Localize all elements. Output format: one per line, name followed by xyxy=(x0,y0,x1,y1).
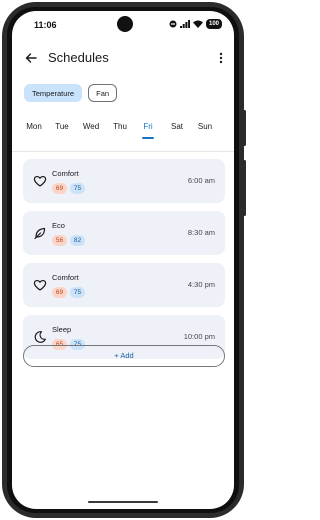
temperature-badges: 69 75 xyxy=(52,287,85,298)
schedule-item[interactable]: Eco 56 82 8:30 am xyxy=(23,211,225,255)
schedule-time: 8:30 am xyxy=(187,228,215,237)
screen: 11:06 100 Schedules Temperature Fan Mon … xyxy=(12,11,234,509)
schedule-item[interactable]: Comfort 69 75 4:30 pm xyxy=(23,263,225,307)
chip-fan[interactable]: Fan xyxy=(88,84,118,102)
heat-setpoint: 69 xyxy=(52,183,67,194)
power-button xyxy=(243,110,246,146)
volume-button xyxy=(243,160,246,216)
tab-wed[interactable]: Wed xyxy=(83,122,99,131)
chip-temperature[interactable]: Temperature xyxy=(24,84,83,102)
home-indicator[interactable] xyxy=(88,501,158,503)
app-bar: Schedules xyxy=(12,47,234,71)
cool-setpoint: 82 xyxy=(70,235,85,246)
front-camera xyxy=(117,16,133,32)
battery-icon: 100 xyxy=(205,19,222,29)
heart-icon xyxy=(33,279,47,291)
status-icons: 100 xyxy=(169,19,222,29)
heat-setpoint: 56 xyxy=(52,235,67,246)
day-tabs: Mon Tue Wed Thu Fri Sat Sun xyxy=(26,122,224,142)
temperature-badges: 56 82 xyxy=(52,235,85,246)
schedule-time: 4:30 pm xyxy=(187,280,215,289)
schedule-time: 6:00 am xyxy=(187,176,215,185)
cool-setpoint: 75 xyxy=(70,183,85,194)
heart-icon xyxy=(33,175,47,187)
tab-divider xyxy=(12,151,234,152)
tab-thu[interactable]: Thu xyxy=(113,122,127,131)
schedule-time: 10:00 pm xyxy=(183,332,215,341)
tab-sat[interactable]: Sat xyxy=(171,122,183,131)
tab-tue[interactable]: Tue xyxy=(55,122,69,131)
signal-icon xyxy=(179,20,190,28)
schedule-name: Comfort xyxy=(52,169,79,178)
schedule-name: Comfort xyxy=(52,273,79,282)
page-title: Schedules xyxy=(48,50,109,65)
wifi-icon xyxy=(192,20,203,28)
back-arrow-icon[interactable] xyxy=(24,51,38,65)
add-schedule-button[interactable]: + Add xyxy=(23,345,225,367)
schedule-item[interactable]: Comfort 69 75 6:00 am xyxy=(23,159,225,203)
more-vert-icon[interactable] xyxy=(218,51,224,65)
tab-indicator xyxy=(142,137,154,139)
mode-chips: Temperature Fan xyxy=(24,84,118,102)
schedule-name: Sleep xyxy=(52,325,72,334)
heat-setpoint: 69 xyxy=(52,287,67,298)
moon-icon xyxy=(34,331,46,343)
status-time: 11:06 xyxy=(34,20,57,30)
status-bar: 11:06 100 xyxy=(12,11,234,37)
leaf-icon xyxy=(34,227,46,240)
cool-setpoint: 75 xyxy=(70,287,85,298)
schedule-name: Eco xyxy=(52,221,65,230)
tab-sun[interactable]: Sun xyxy=(198,122,212,131)
tab-mon[interactable]: Mon xyxy=(26,122,42,131)
temperature-badges: 69 75 xyxy=(52,183,85,194)
dnd-icon xyxy=(169,20,177,28)
phone-frame: 11:06 100 Schedules Temperature Fan Mon … xyxy=(0,0,246,520)
tab-fri[interactable]: Fri xyxy=(143,122,152,131)
